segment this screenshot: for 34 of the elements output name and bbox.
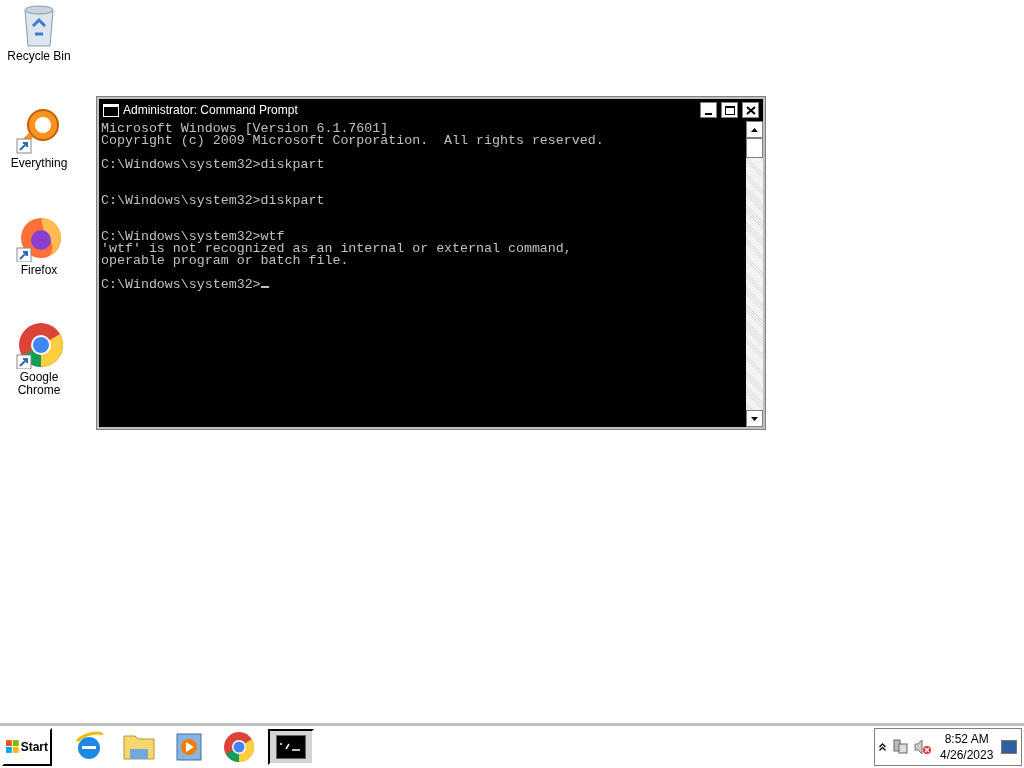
- chrome-icon[interactable]: [15, 321, 63, 369]
- clock-date[interactable]: 4/26/2023: [940, 747, 994, 763]
- desktop-icon-label[interactable]: Everything: [10, 157, 68, 170]
- console-line: C:\Windows\system32>: [101, 277, 261, 292]
- desktop-icon-label[interactable]: Recycle Bin: [7, 50, 71, 63]
- window-title: Administrator: Command Prompt: [123, 102, 299, 119]
- scroll-thumb[interactable]: [746, 138, 763, 158]
- close-button[interactable]: [742, 102, 759, 118]
- console-icon: [103, 103, 119, 117]
- desktop-icon-label[interactable]: Firefox: [20, 264, 58, 277]
- console-line: C:\Windows\system32>diskpart: [101, 157, 325, 172]
- taskbar-app-button[interactable]: [268, 729, 314, 765]
- scroll-up-button[interactable]: [746, 121, 763, 138]
- console-line: C:\Windows\system32>wtf: [101, 229, 285, 244]
- console-icon: [276, 735, 306, 759]
- up-arrow-icon: [751, 127, 758, 132]
- console-line: C:\Windows\system32>diskpart: [101, 193, 325, 208]
- minimize-button[interactable]: [700, 102, 717, 118]
- chrome-icon: [223, 731, 255, 763]
- console-line: Microsoft Windows [Version 6.1.7601]: [101, 121, 389, 136]
- close-icon: [745, 105, 756, 115]
- maximize-button[interactable]: [721, 102, 738, 118]
- media-player-icon: [175, 731, 203, 763]
- desktop-icon-label[interactable]: Google Chrome: [9, 371, 69, 397]
- windows-logo-icon: [6, 740, 20, 754]
- scrollbar[interactable]: [746, 121, 763, 427]
- network-icon[interactable]: [892, 739, 908, 755]
- start-button[interactable]: Start: [2, 728, 52, 766]
- show-hidden-icons-button[interactable]: [879, 743, 886, 751]
- scroll-down-button[interactable]: [746, 410, 763, 427]
- clock-time[interactable]: 8:52 AM: [944, 731, 989, 747]
- muted-speaker-icon[interactable]: [914, 739, 932, 755]
- down-arrow-icon: [751, 416, 758, 421]
- recycle-bin-icon[interactable]: [21, 4, 57, 48]
